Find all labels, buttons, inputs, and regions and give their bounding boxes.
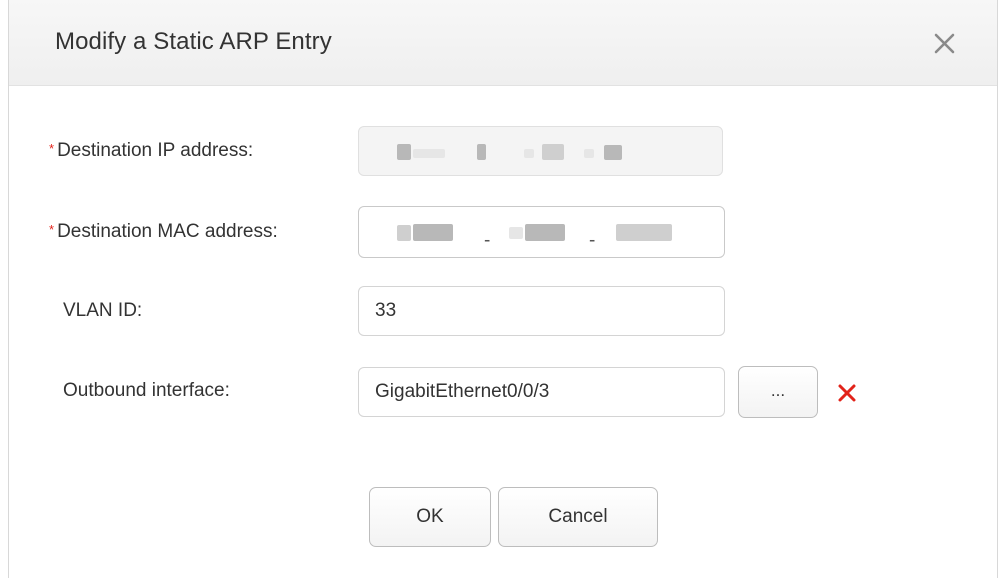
redacted-mac-part: [616, 224, 672, 241]
redacted-ip-part: [604, 145, 622, 160]
dialog-titlebar: Modify a Static ARP Entry: [9, 0, 997, 86]
redacted-mac-part: [397, 225, 411, 241]
dest-ip-field[interactable]: [358, 126, 723, 176]
dest-mac-label-text: Destination MAC address:: [57, 221, 278, 242]
redacted-ip-part: [413, 149, 445, 158]
outbound-interface-input[interactable]: GigabitEthernet0/0/3: [358, 367, 725, 417]
required-marker: *: [49, 141, 55, 156]
dest-mac-label: * Destination MAC address:: [49, 221, 278, 243]
redacted-ip-part: [524, 149, 534, 158]
clear-x-icon[interactable]: [835, 381, 859, 405]
required-marker: *: [49, 222, 55, 237]
cancel-button[interactable]: Cancel: [498, 487, 658, 547]
ok-button[interactable]: OK: [369, 487, 491, 547]
mac-separator: -: [589, 230, 596, 251]
redacted-mac-part: [525, 224, 565, 241]
redacted-ip-part: [584, 149, 594, 158]
redacted-ip-part: [542, 144, 564, 160]
outbound-interface-label: Outbound interface:: [63, 380, 230, 401]
redacted-mac-part: [413, 224, 453, 241]
redacted-mac-part: [509, 227, 523, 239]
dest-ip-label: * Destination IP address:: [49, 140, 253, 162]
mac-separator: -: [484, 230, 491, 251]
dialog-title: Modify a Static ARP Entry: [55, 28, 332, 55]
static-arp-dialog: Modify a Static ARP Entry * Destination I…: [8, 0, 998, 578]
close-icon[interactable]: [929, 28, 961, 60]
dest-mac-field[interactable]: - -: [358, 206, 725, 258]
redacted-ip-part: [397, 144, 411, 160]
redacted-ip-part: [477, 144, 486, 160]
dest-ip-label-text: Destination IP address:: [57, 140, 254, 161]
vlan-id-input[interactable]: 33: [358, 286, 725, 336]
browse-interface-button[interactable]: ...: [738, 366, 818, 418]
vlan-id-label: VLAN ID:: [63, 300, 143, 321]
